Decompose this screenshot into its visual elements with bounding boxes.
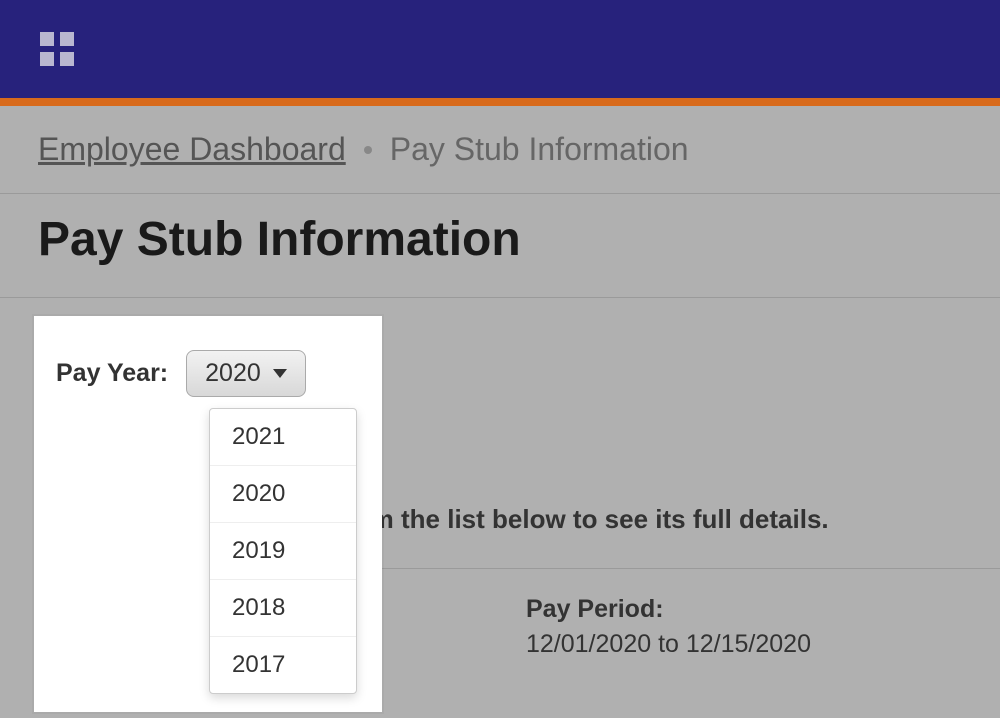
year-option-2017[interactable]: 2017 xyxy=(210,637,356,693)
year-option-2020[interactable]: 2020 xyxy=(210,466,356,523)
pay-year-row: Pay Year: 2020 xyxy=(34,316,382,397)
top-nav-bar xyxy=(0,0,1000,98)
year-option-2018[interactable]: 2018 xyxy=(210,580,356,637)
pay-period-label: Pay Period: xyxy=(526,595,811,624)
breadcrumb-current: Pay Stub Information xyxy=(390,131,689,168)
caret-down-icon xyxy=(273,369,287,378)
pay-year-panel: Pay Year: 2020 2021 2020 2019 2018 2017 xyxy=(34,316,382,712)
year-option-2019[interactable]: 2019 xyxy=(210,523,356,580)
pay-year-dropdown[interactable]: 2021 2020 2019 2018 2017 xyxy=(209,408,357,694)
pay-year-selected: 2020 xyxy=(205,359,261,388)
year-option-2021[interactable]: 2021 xyxy=(210,409,356,466)
pay-period-value: 12/01/2020 to 12/15/2020 xyxy=(526,630,811,659)
breadcrumb-parent-link[interactable]: Employee Dashboard xyxy=(38,131,346,168)
breadcrumb: Employee Dashboard Pay Stub Information xyxy=(0,106,1000,194)
accent-divider xyxy=(0,98,1000,106)
page-title: Pay Stub Information xyxy=(38,212,962,267)
pay-period-column: Pay Period: 12/01/2020 to 12/15/2020 xyxy=(526,595,811,718)
page-title-section: Pay Stub Information xyxy=(0,194,1000,298)
instruction-text-rest: from the list below to see its full deta… xyxy=(336,504,829,535)
pay-year-select[interactable]: 2020 xyxy=(186,350,306,397)
pay-year-label: Pay Year: xyxy=(56,359,168,388)
breadcrumb-separator-icon xyxy=(364,146,372,154)
apps-grid-icon[interactable] xyxy=(40,32,74,66)
